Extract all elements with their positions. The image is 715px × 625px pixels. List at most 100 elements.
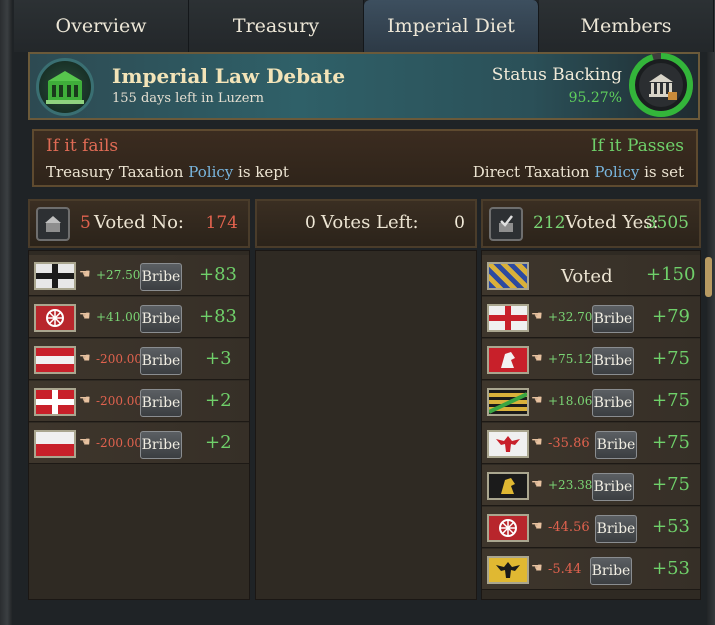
pass-policy-link[interactable]: Policy — [594, 163, 639, 181]
vote-weight: +2 — [205, 432, 232, 453]
votes-left-total: 0 — [454, 213, 465, 233]
list-item[interactable]: ☚ -200.00 Bribe +2 — [29, 423, 249, 464]
vote-weight: +2 — [205, 390, 232, 411]
black-eagle-flag-icon — [487, 556, 529, 584]
voted-yes-label: Voted Yes: — [565, 212, 659, 233]
votes-left-header: 0 Votes Left: 0 — [255, 199, 477, 248]
vote-weight: +79 — [652, 306, 690, 327]
vote-weight: +53 — [652, 516, 690, 537]
imperial-diet-emblem-icon — [36, 58, 94, 116]
voted-no-header: 5 Voted No: 174 — [28, 199, 250, 248]
vote-weight: +53 — [652, 558, 690, 579]
fail-policy-name: Treasury Taxation — [46, 163, 184, 181]
bribe-button[interactable]: Bribe — [140, 347, 182, 375]
pointing-hand-icon: ☚ — [79, 351, 91, 366]
list-item[interactable]: ☚ -44.56 Bribe +53 — [482, 507, 700, 548]
bribe-button[interactable]: Bribe — [592, 347, 634, 375]
voted-no-count: 5 — [80, 213, 91, 233]
gold-lion-flag-icon — [487, 472, 529, 500]
bribe-button[interactable]: Bribe — [592, 305, 634, 333]
red-lion-flag-icon — [487, 346, 529, 374]
pointing-hand-icon: ☚ — [531, 309, 543, 324]
status-backing-value: 95.27% — [568, 90, 622, 106]
vote-weight: +83 — [199, 306, 237, 327]
pointing-hand-icon: ☚ — [79, 435, 91, 450]
right-frame — [707, 0, 715, 625]
bribe-button[interactable]: Bribe — [595, 515, 637, 543]
tab-treasury[interactable]: Treasury — [189, 0, 364, 52]
votes-left-list[interactable] — [255, 250, 477, 600]
pointing-hand-icon: ☚ — [531, 393, 543, 408]
bribe-button[interactable]: Bribe — [592, 389, 634, 417]
bribe-button[interactable]: Bribe — [140, 263, 182, 291]
opinion-modifier: +32.70 — [548, 310, 593, 324]
opinion-modifier: -200.00 — [96, 394, 143, 408]
vote-weight: +83 — [199, 264, 237, 285]
opinion-modifier: -200.00 — [96, 352, 143, 366]
fail-policy-link[interactable]: Policy — [188, 163, 233, 181]
ballot-box-no-icon — [36, 207, 70, 241]
opinion-modifier: +23.38 — [548, 478, 593, 492]
debate-time-left: 155 days left in Luzern — [112, 91, 264, 106]
list-item[interactable]: ☚ -5.44 Bribe +53 — [482, 549, 700, 590]
list-item[interactable]: ☚ -200.00 Bribe +3 — [29, 339, 249, 380]
bribe-button[interactable]: Bribe — [140, 431, 182, 459]
vote-weight: +75 — [652, 348, 690, 369]
tab-overview[interactable]: Overview — [14, 0, 189, 52]
list-item[interactable]: ☚ +32.70 Bribe +79 — [482, 297, 700, 338]
list-item[interactable]: ☚ -200.00 Bribe +2 — [29, 381, 249, 422]
voted-no-list[interactable]: ☚ +27.50 Bribe +83 ☚ +41.00 Bribe +83 ☚ … — [28, 250, 250, 600]
pointing-hand-icon: ☚ — [531, 519, 543, 534]
status-backing-label: Status Backing — [491, 65, 622, 85]
votes-left-label: Votes Left: — [321, 212, 419, 233]
bribe-button[interactable]: Bribe — [140, 305, 182, 333]
left-frame — [0, 0, 12, 625]
bribe-button[interactable]: Bribe — [140, 389, 182, 417]
pointing-hand-icon: ☚ — [531, 351, 543, 366]
list-item[interactable]: ☚ +75.12 Bribe +75 — [482, 339, 700, 380]
voted-yes-total: 3505 — [645, 213, 689, 233]
status-backing-ring-icon[interactable] — [628, 52, 694, 118]
list-item[interactable]: ☚ +41.00 Bribe +83 — [29, 297, 249, 338]
pass-suffix: is set — [644, 163, 684, 181]
white-cross-flag-icon — [34, 388, 76, 416]
list-item[interactable]: ☚ -35.86 Bribe +75 — [482, 423, 700, 464]
wheel-flag-icon — [487, 514, 529, 542]
black-cross-flag-icon — [34, 262, 76, 290]
tab-imperial-diet[interactable]: Imperial Diet — [364, 0, 539, 52]
pass-policy-name: Direct Taxation — [472, 163, 590, 181]
pass-label: If it Passes — [590, 136, 684, 156]
pointing-hand-icon: ☚ — [531, 561, 543, 576]
white-red-flag-icon — [34, 430, 76, 458]
opinion-modifier: -44.56 — [548, 520, 590, 535]
list-item[interactable]: Voted +150 — [482, 255, 700, 296]
list-item[interactable]: ☚ +27.50 Bribe +83 — [29, 255, 249, 296]
opinion-modifier: +41.00 — [96, 310, 141, 324]
voted-status: Voted — [561, 266, 613, 287]
yes-list-scrollbar[interactable] — [705, 257, 712, 297]
votes-left-count: 0 — [305, 213, 316, 233]
fail-label: If it fails — [46, 136, 119, 156]
list-item[interactable]: ☚ +23.38 Bribe +75 — [482, 465, 700, 506]
voted-no-label: Voted No: — [94, 212, 184, 233]
tab-bar: Overview Treasury Imperial Diet Members — [14, 0, 715, 52]
pointing-hand-icon: ☚ — [79, 393, 91, 408]
law-outcome-panel: If it fails If it Passes Treasury Taxati… — [32, 129, 698, 187]
debate-title: Imperial Law Debate — [112, 64, 346, 88]
pointing-hand-icon: ☚ — [79, 309, 91, 324]
vote-weight: +150 — [646, 264, 696, 285]
opinion-modifier: +75.12 — [548, 352, 593, 366]
saxony-flag-icon — [487, 388, 529, 416]
voted-yes-count: 212 — [533, 213, 566, 233]
voted-yes-header: 212 Voted Yes: 3505 — [481, 199, 701, 248]
list-item[interactable]: ☚ +18.06 Bribe +75 — [482, 381, 700, 422]
pointing-hand-icon: ☚ — [79, 267, 91, 282]
bribe-button[interactable]: Bribe — [595, 431, 637, 459]
red-white-red-flag-icon — [34, 346, 76, 374]
vote-weight: +75 — [652, 390, 690, 411]
voted-yes-list[interactable]: Voted +150 ☚ +32.70 Bribe +79 ☚ +75.12 B… — [481, 250, 701, 600]
bribe-button[interactable]: Bribe — [590, 557, 632, 585]
bribe-button[interactable]: Bribe — [592, 473, 634, 501]
wheel-flag-icon — [34, 304, 76, 332]
tab-members[interactable]: Members — [539, 0, 714, 52]
